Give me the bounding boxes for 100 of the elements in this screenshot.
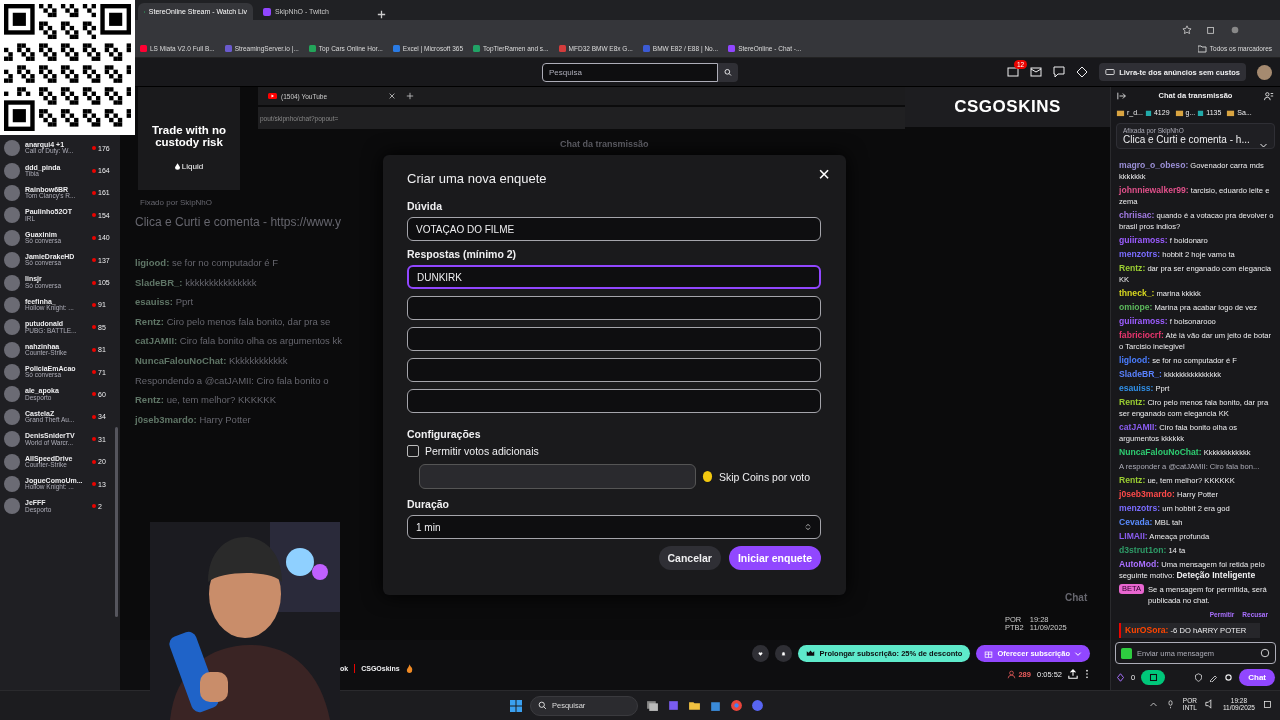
field-label: Duração xyxy=(407,498,450,510)
avatar-icon[interactable] xyxy=(1257,64,1272,80)
avatar-icon xyxy=(4,453,20,470)
bits-icon xyxy=(1121,647,1132,659)
live-dot-icon xyxy=(92,482,96,487)
avatar-icon xyxy=(4,476,20,493)
points-icon xyxy=(1116,672,1125,682)
live-dot-icon xyxy=(92,504,96,509)
chat-message: catJAMII: Ciro fala bonito olha os argumentos kk xyxy=(135,335,342,347)
avatar-icon xyxy=(4,386,20,403)
avatar-icon xyxy=(4,364,20,381)
field-label: Respostas (mínimo 2) xyxy=(407,248,518,260)
ad-headline: Trade with no custody risk xyxy=(150,123,228,149)
extension-button[interactable] xyxy=(1141,669,1166,685)
avatar-icon xyxy=(4,184,20,201)
avatar-icon xyxy=(4,274,20,291)
plus-icon xyxy=(376,9,387,20)
chat-bubble-icon xyxy=(1053,66,1066,78)
windows-icon xyxy=(510,699,522,712)
diamond-icon xyxy=(1076,66,1089,78)
start-poll-button[interactable]: Iniciar enquete xyxy=(728,546,821,570)
avatar-icon xyxy=(4,162,20,179)
search-icon xyxy=(538,701,547,710)
follow-button[interactable] xyxy=(752,645,770,662)
star-icon xyxy=(1182,25,1192,35)
live-dot-icon xyxy=(92,347,96,352)
qr-code-icon xyxy=(4,4,131,131)
live-dot-icon xyxy=(92,190,96,195)
live-dot-icon xyxy=(92,392,96,397)
live-dot-icon xyxy=(92,213,96,218)
answer-field[interactable] xyxy=(407,296,821,320)
sponsor-banner: CSGOSKINS xyxy=(905,87,1110,127)
more-icon xyxy=(1084,669,1090,679)
chat-message: Rentz: Ciro pelo menos fala bonito, dar pra se xyxy=(135,315,332,327)
live-dot-icon xyxy=(92,459,96,464)
checkbox[interactable] xyxy=(407,445,419,457)
folder-icon xyxy=(1197,44,1207,53)
checkbox-label: Permitir votos adicionais xyxy=(425,445,539,457)
collapse-icon xyxy=(1117,90,1127,101)
windows-stack-icon xyxy=(646,699,659,712)
ad-icon xyxy=(1105,67,1116,77)
live-dot-icon xyxy=(92,437,96,442)
question-field[interactable]: VOTAÇAO DO FILME xyxy=(407,217,821,241)
chat-title: Chat da transmissão xyxy=(560,139,649,149)
avatar-icon xyxy=(4,431,20,448)
chevron-down-icon xyxy=(1259,141,1268,150)
answer-field[interactable] xyxy=(407,358,821,382)
live-dot-icon xyxy=(92,325,96,330)
chat-message: Rentz: ue, tem melhor? KKKKKK xyxy=(135,394,277,406)
avatar-icon xyxy=(4,498,20,515)
close-button[interactable]: × xyxy=(814,164,834,184)
search-button[interactable] xyxy=(718,62,738,82)
app-icon xyxy=(667,699,680,712)
folder-icon xyxy=(688,699,701,712)
coins-field[interactable] xyxy=(419,464,696,489)
flame-icon xyxy=(405,664,413,673)
share-icon xyxy=(1068,669,1078,679)
answer-field[interactable]: DUNKIRK xyxy=(407,265,821,289)
chat-message: esauiss: Pprt xyxy=(135,296,195,308)
chat-message: SladeBR_: kkkkkkkkkkkkkkk xyxy=(135,276,258,288)
field-label: Dúvida xyxy=(407,200,443,212)
coins-label: Skip Coins por voto xyxy=(719,470,811,483)
live-dot-icon xyxy=(92,280,96,285)
settings-icon xyxy=(1224,672,1234,682)
send-button[interactable]: Chat xyxy=(1239,668,1275,686)
inbox-icon xyxy=(1007,66,1020,78)
pinned-label: Fixado por SkipNhO xyxy=(140,198,213,207)
live-dot-icon xyxy=(92,414,96,419)
avatar-icon xyxy=(4,207,20,224)
section-label: Configurações xyxy=(407,428,482,440)
ad-brand: Liquid xyxy=(181,162,204,172)
duration-select[interactable]: 1 min xyxy=(407,515,821,539)
answer-field[interactable] xyxy=(407,327,821,351)
chat-message: j0seb3mardo: Harry Potter xyxy=(135,413,252,425)
pinned-message: Clica e Curti e comenta - h... xyxy=(1123,134,1251,145)
live-dot-icon xyxy=(92,370,96,375)
drop-icon xyxy=(174,163,180,171)
grid-icon xyxy=(1148,672,1158,682)
close-icon xyxy=(388,92,396,100)
users-icon xyxy=(1264,90,1274,101)
notification-button[interactable] xyxy=(775,645,793,662)
coin-icon xyxy=(702,470,713,483)
avatar-icon xyxy=(4,252,20,269)
live-dot-icon xyxy=(92,168,96,173)
emote-icon xyxy=(1260,648,1270,658)
search-icon xyxy=(724,66,732,78)
discord-icon xyxy=(751,699,764,712)
microphone-icon xyxy=(1165,699,1175,709)
chat-message: Respondendo a @catJAMII: Ciro fala bonito o xyxy=(135,374,330,386)
mail-icon xyxy=(1030,66,1043,78)
avatar-icon xyxy=(4,341,20,358)
live-dot-icon xyxy=(92,258,96,263)
avatar-icon xyxy=(4,296,20,313)
search-field[interactable]: Pesquisa xyxy=(542,62,718,82)
store-icon xyxy=(709,699,722,712)
cancel-button[interactable]: Cancelar xyxy=(658,546,721,570)
live-dot-icon xyxy=(92,302,96,307)
live-dot-icon xyxy=(92,235,96,240)
answer-field[interactable] xyxy=(407,389,821,413)
plus-icon xyxy=(406,92,414,100)
